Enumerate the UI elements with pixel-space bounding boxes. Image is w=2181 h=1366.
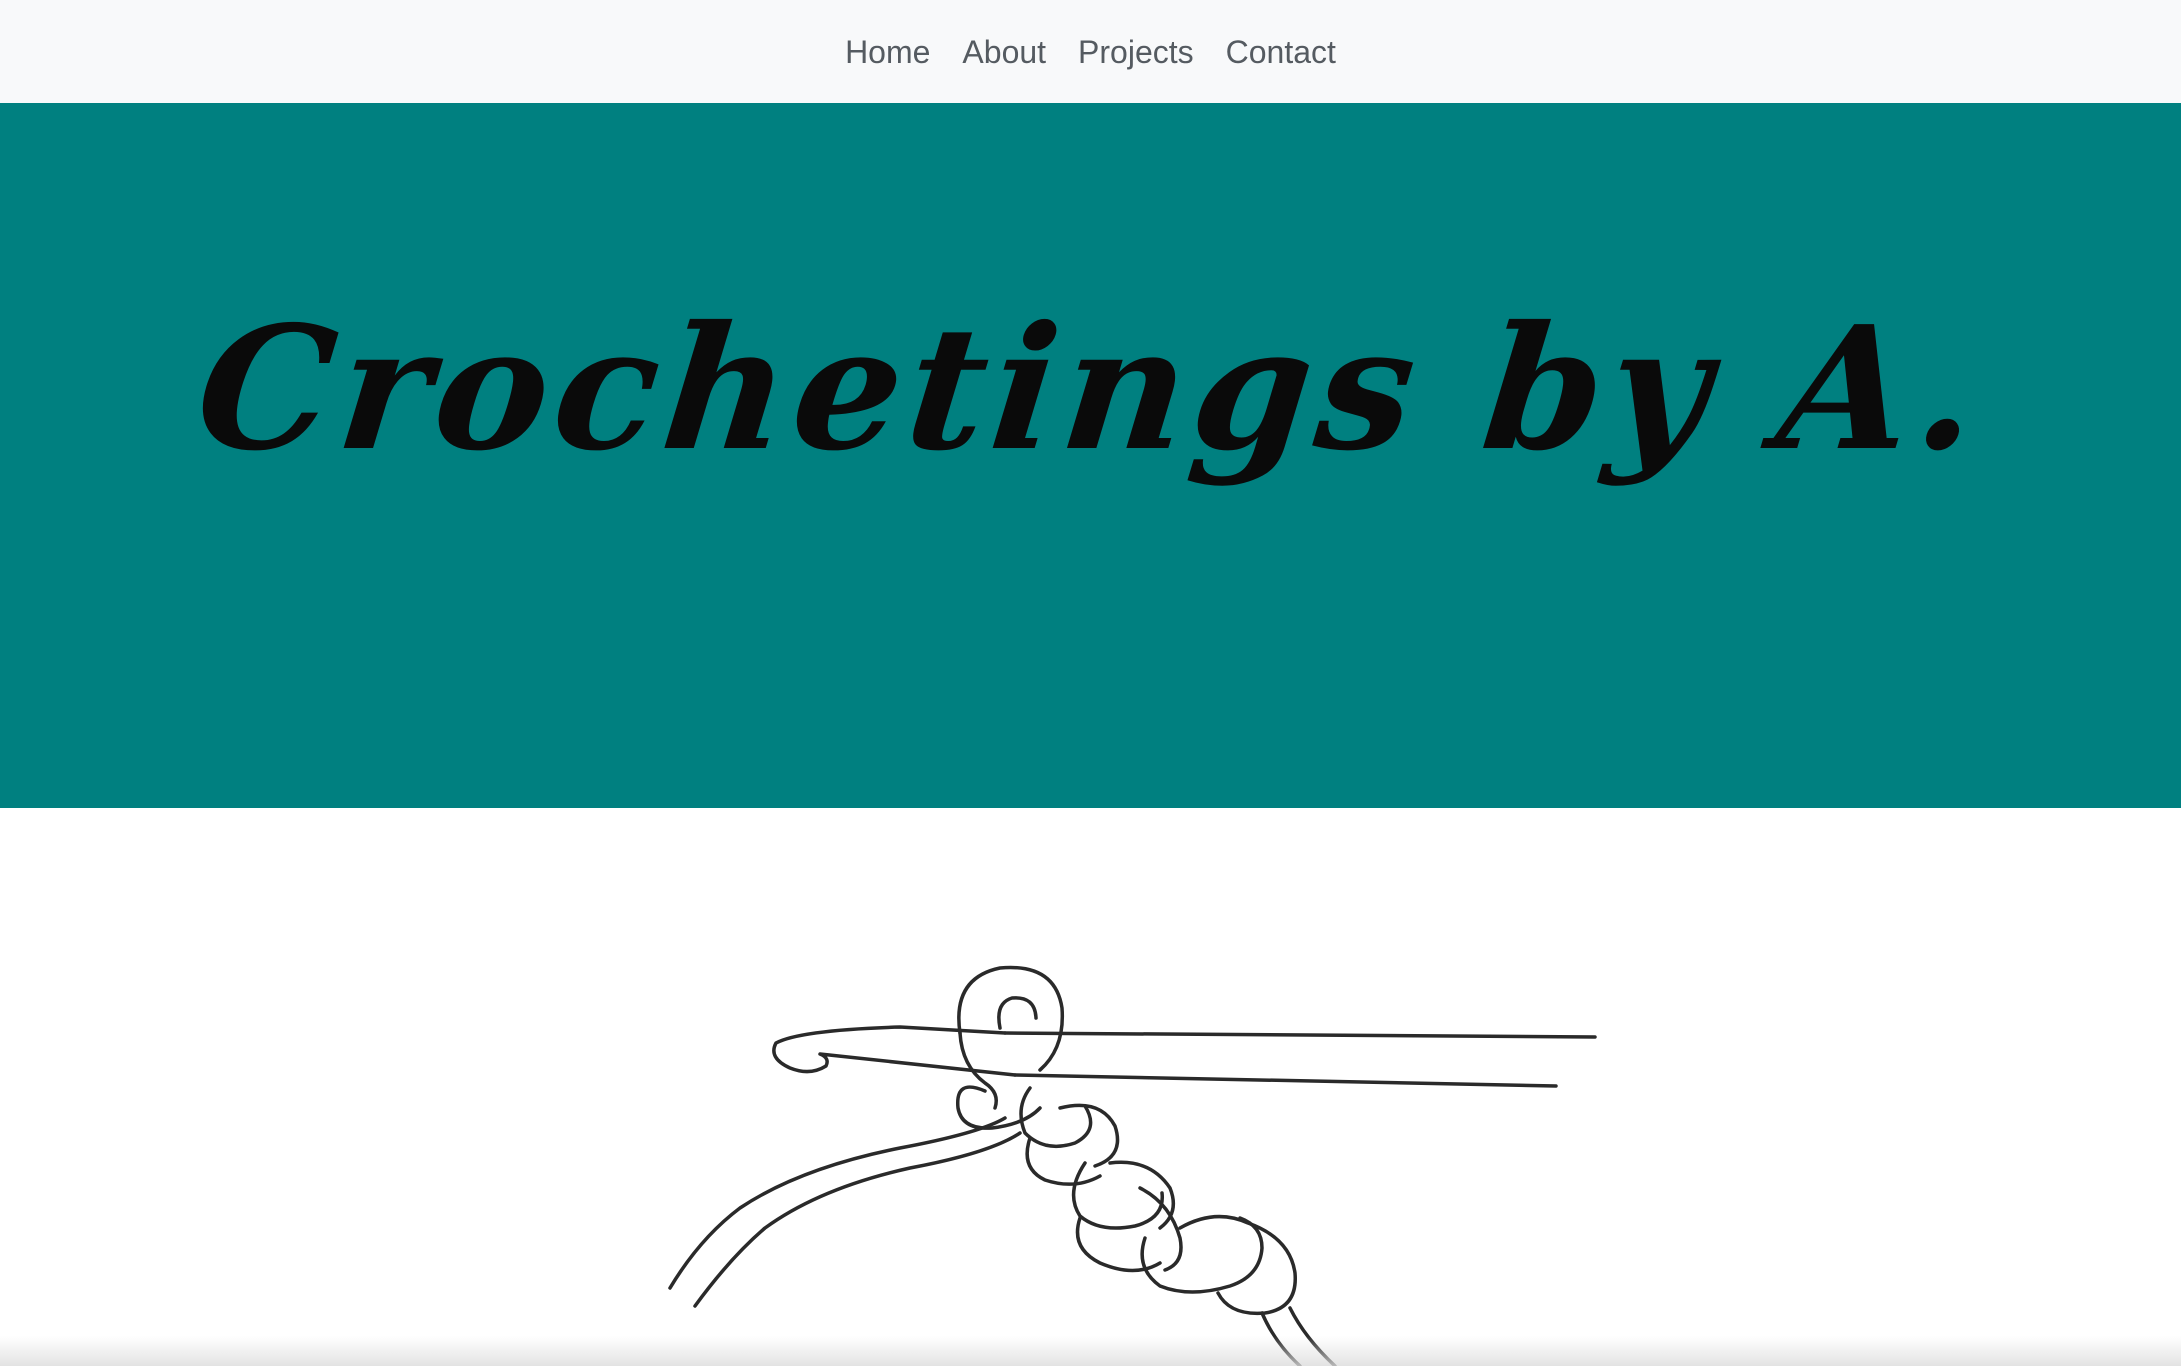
illustration-section bbox=[0, 808, 2181, 1366]
top-navbar: Home About Projects Contact bbox=[0, 0, 2181, 103]
nav-link-contact[interactable]: Contact bbox=[1210, 34, 1352, 70]
nav-link-home[interactable]: Home bbox=[829, 34, 946, 70]
nav-link-projects[interactable]: Projects bbox=[1062, 34, 1210, 70]
nav-link-about[interactable]: About bbox=[946, 34, 1062, 70]
bottom-shadow bbox=[0, 1336, 2181, 1366]
crochet-hook-chain-illustration-icon bbox=[668, 965, 1597, 1366]
hero-banner: Crochetings by A. bbox=[0, 103, 2181, 808]
nav-list: Home About Projects Contact bbox=[829, 36, 1352, 68]
site-title: Crochetings by A. bbox=[188, 288, 1993, 489]
